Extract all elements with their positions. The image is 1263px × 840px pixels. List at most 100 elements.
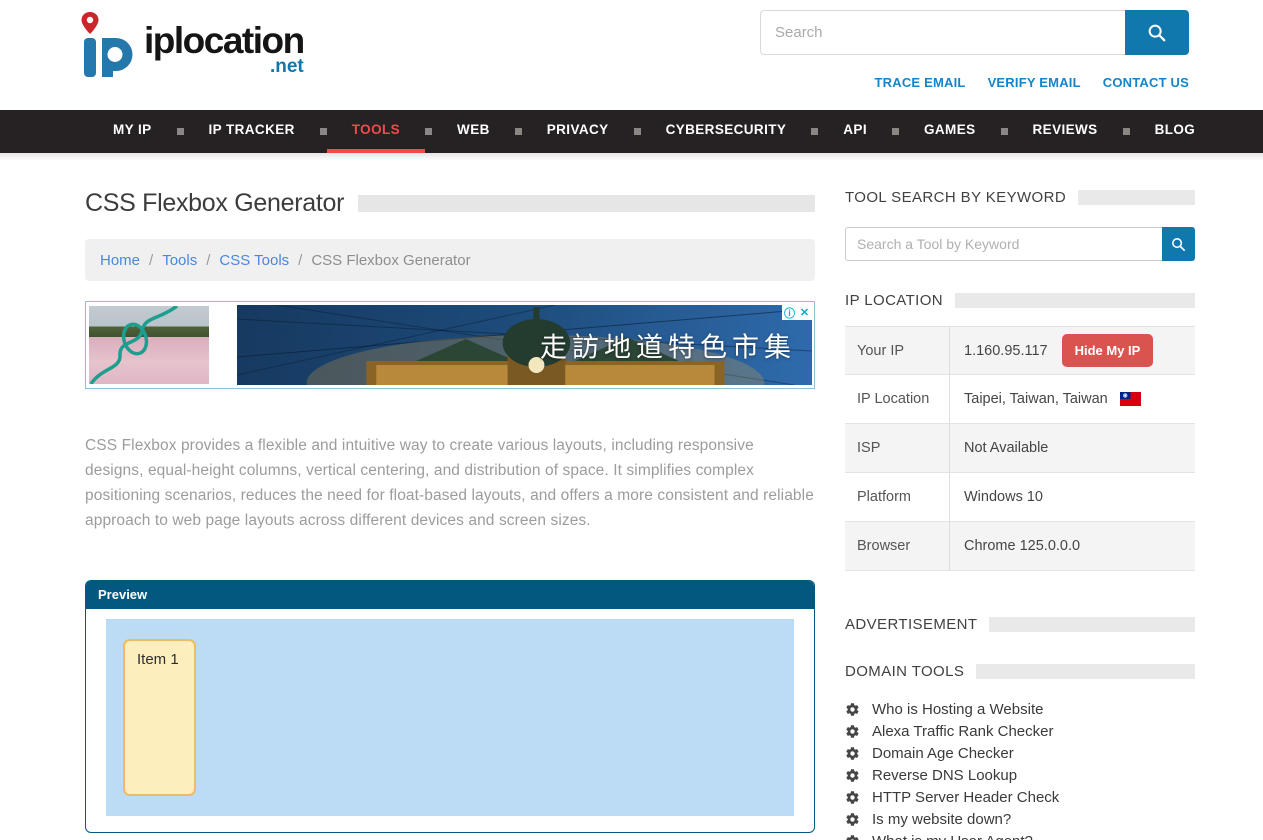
gear-icon	[845, 746, 860, 761]
gear-icon	[845, 790, 860, 805]
verify-email-link[interactable]: VERIFY EMAIL	[988, 75, 1081, 90]
row-label: IP Location	[845, 375, 950, 423]
browser-value: Chrome 125.0.0.0	[964, 538, 1080, 554]
domain-tool-link[interactable]: Alexa Traffic Rank Checker	[872, 723, 1053, 740]
nav-item-blog[interactable]: BLOG	[1130, 110, 1221, 153]
domain-tools-list: Who is Hosting a Website Alexa Traffic R…	[845, 698, 1195, 840]
breadcrumb-css-tools[interactable]: CSS Tools	[219, 252, 289, 269]
nav-separator	[425, 128, 432, 135]
logo[interactable]: iplocation .net	[78, 10, 304, 90]
table-row: Browser Chrome 125.0.0.0	[845, 522, 1195, 571]
list-item: Who is Hosting a Website	[845, 698, 1195, 720]
ad-overlay-text: 走訪地道特色市集	[540, 326, 796, 365]
ad-left-image[interactable]	[89, 306, 209, 384]
list-item: Reverse DNS Lookup	[845, 764, 1195, 786]
adchoices-info-icon[interactable]: ⓘ	[782, 305, 797, 320]
heading-decoration-bar	[955, 293, 1195, 308]
header-search-input[interactable]	[760, 10, 1125, 55]
breadcrumb-tools[interactable]: Tools	[162, 252, 197, 269]
domain-tool-link[interactable]: Reverse DNS Lookup	[872, 767, 1017, 784]
main-nav: MY IP IP TRACKER TOOLS WEB PRIVACY CYBER…	[0, 110, 1263, 153]
site-header: iplocation .net TRACE EMAIL VERIFY EMAIL…	[0, 0, 1263, 110]
tool-search-button[interactable]	[1162, 227, 1195, 261]
list-item: Domain Age Checker	[845, 742, 1195, 764]
gear-icon	[845, 702, 860, 717]
preview-panel: Preview Item 1	[85, 580, 815, 833]
ad-main-image[interactable]: 走訪地道特色市集 ⓘ ✕	[237, 305, 812, 385]
search-icon	[1170, 236, 1187, 253]
header-search	[760, 10, 1189, 55]
sidebar: TOOL SEARCH BY KEYWORD IP LOCATION Your …	[845, 189, 1195, 840]
your-ip-value: 1.160.95.117	[964, 343, 1048, 359]
advertisement-heading: ADVERTISEMENT	[845, 616, 977, 633]
breadcrumb: Home / Tools / CSS Tools / CSS Flexbox G…	[85, 239, 815, 281]
domain-tool-link[interactable]: Is my website down?	[872, 811, 1011, 828]
list-item: Is my website down?	[845, 808, 1195, 830]
table-row: IP Location Taipei, Taiwan, Taiwan	[845, 375, 1195, 424]
domain-tool-link[interactable]: What is my User Agent?	[872, 833, 1033, 840]
domain-tool-link[interactable]: Who is Hosting a Website	[872, 701, 1043, 718]
ad-close-icon[interactable]: ✕	[797, 305, 812, 320]
nav-separator	[811, 128, 818, 135]
gear-icon	[845, 724, 860, 739]
nav-item-tools[interactable]: TOOLS	[327, 110, 425, 153]
tool-search-input[interactable]	[845, 227, 1162, 261]
header-search-button[interactable]	[1125, 10, 1189, 55]
nav-item-reviews[interactable]: REVIEWS	[1008, 110, 1123, 153]
list-item: What is my User Agent?	[845, 830, 1195, 840]
table-row: ISP Not Available	[845, 424, 1195, 473]
contact-us-link[interactable]: CONTACT US	[1103, 75, 1189, 90]
tool-search-heading: TOOL SEARCH BY KEYWORD	[845, 189, 1066, 206]
title-decoration-bar	[358, 195, 815, 212]
taiwan-flag-icon	[1120, 392, 1141, 406]
row-label: Your IP	[845, 327, 950, 374]
nav-separator	[177, 128, 184, 135]
trace-email-link[interactable]: TRACE EMAIL	[875, 75, 966, 90]
nav-item-api[interactable]: API	[818, 110, 892, 153]
heading-decoration-bar	[989, 617, 1195, 632]
breadcrumb-separator: /	[206, 252, 210, 269]
ad-squiggle-graphic	[89, 306, 209, 384]
table-row: Your IP 1.160.95.117 Hide My IP	[845, 326, 1195, 375]
flex-item-label: Item 1	[137, 651, 179, 668]
row-label: ISP	[845, 424, 950, 472]
isp-value: Not Available	[964, 440, 1048, 456]
gear-icon	[845, 768, 860, 783]
nav-item-my-ip[interactable]: MY IP	[88, 110, 177, 153]
ip-location-table: Your IP 1.160.95.117 Hide My IP IP Locat…	[845, 326, 1195, 571]
search-icon	[1146, 22, 1168, 44]
breadcrumb-home[interactable]: Home	[100, 252, 140, 269]
hide-my-ip-button[interactable]: Hide My IP	[1062, 334, 1154, 367]
nav-separator	[1001, 128, 1008, 135]
nav-separator	[320, 128, 327, 135]
nav-item-privacy[interactable]: PRIVACY	[522, 110, 634, 153]
header-links: TRACE EMAIL VERIFY EMAIL CONTACT US	[875, 75, 1189, 90]
nav-separator	[515, 128, 522, 135]
logo-mark-icon	[78, 10, 140, 80]
list-item: Alexa Traffic Rank Checker	[845, 720, 1195, 742]
nav-separator	[1123, 128, 1130, 135]
breadcrumb-separator: /	[149, 252, 153, 269]
logo-text: iplocation	[144, 24, 304, 58]
preview-panel-header: Preview	[86, 581, 814, 609]
nav-item-ip-tracker[interactable]: IP TRACKER	[184, 110, 320, 153]
row-label: Browser	[845, 522, 950, 570]
domain-tool-link[interactable]: Domain Age Checker	[872, 745, 1014, 762]
breadcrumb-separator: /	[298, 252, 302, 269]
ad-banner[interactable]: 走訪地道特色市集 ⓘ ✕	[85, 301, 815, 389]
page-title: CSS Flexbox Generator	[85, 189, 344, 218]
flexbox-preview-container: Item 1	[106, 619, 794, 816]
nav-item-web[interactable]: WEB	[432, 110, 515, 153]
nav-item-cybersecurity[interactable]: CYBERSECURITY	[641, 110, 812, 153]
breadcrumb-current: CSS Flexbox Generator	[311, 252, 470, 269]
domain-tools-heading: DOMAIN TOOLS	[845, 663, 964, 680]
nav-item-games[interactable]: GAMES	[899, 110, 1001, 153]
table-row: Platform Windows 10	[845, 473, 1195, 522]
ip-location-heading: IP LOCATION	[845, 292, 943, 309]
flex-item-1[interactable]: Item 1	[123, 639, 196, 796]
preview-body: Item 1	[86, 609, 814, 832]
domain-tool-link[interactable]: HTTP Server Header Check	[872, 789, 1059, 806]
tool-description: CSS Flexbox provides a flexible and intu…	[85, 433, 815, 533]
nav-separator	[892, 128, 899, 135]
gear-icon	[845, 812, 860, 827]
